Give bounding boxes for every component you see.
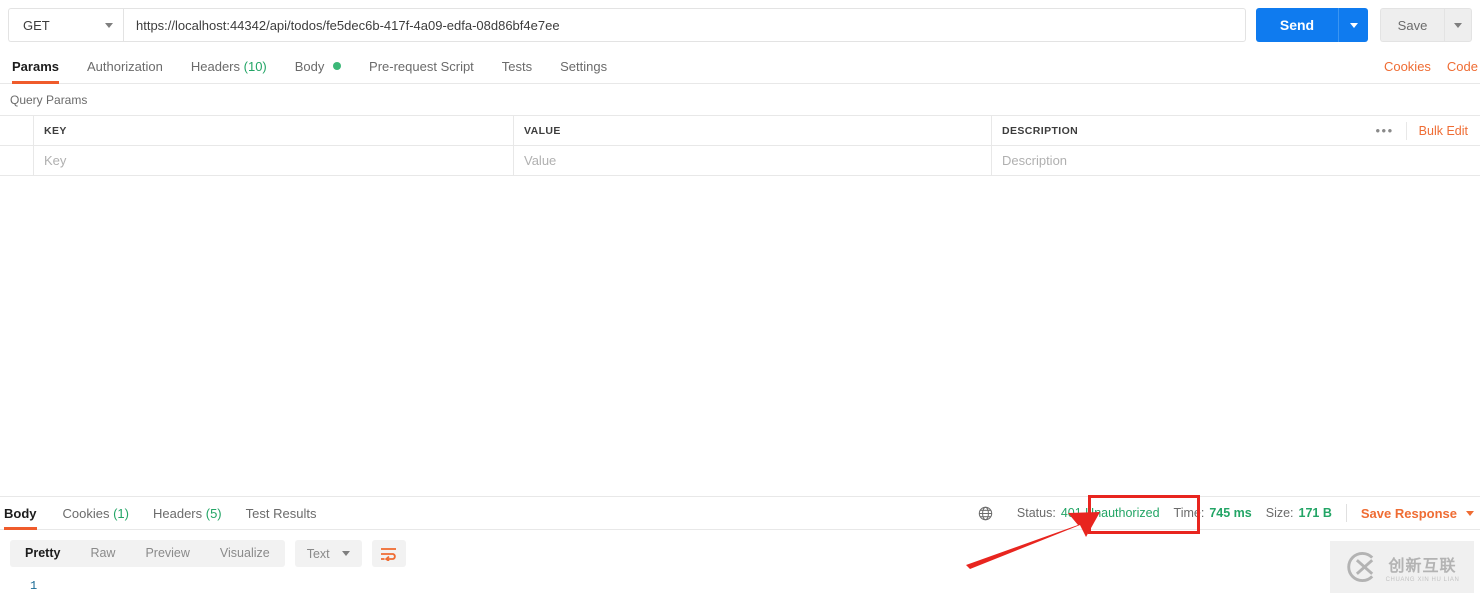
response-tabs-bar: Body Cookies (1) Headers (5) Test Result… — [0, 496, 1480, 530]
wrap-lines-button[interactable] — [371, 540, 406, 567]
column-key: KEY — [34, 116, 514, 145]
save-button-group: Save — [1380, 8, 1472, 42]
view-pretty[interactable]: Pretty — [10, 540, 75, 567]
chevron-down-icon — [105, 22, 113, 28]
response-format-toolbar: Pretty Raw Preview Visualize Text — [10, 540, 406, 567]
view-preview[interactable]: Preview — [130, 540, 204, 567]
description-placeholder: Description — [1002, 153, 1068, 168]
query-params-title: Query Params — [10, 93, 88, 107]
tab-label: Headers — [152, 506, 203, 521]
tab-authorization[interactable]: Authorization — [73, 60, 177, 83]
wrap-lines-icon — [381, 547, 397, 561]
column-key-label: KEY — [44, 124, 67, 137]
response-line-number: 1 — [30, 579, 38, 593]
watermark-chinese: 创新互联 — [1388, 555, 1457, 575]
row-key-cell[interactable]: Key — [34, 146, 514, 175]
tab-label: Cookies — [62, 506, 110, 521]
bulk-edit-button[interactable]: Bulk Edit — [1407, 124, 1472, 138]
tab-label: Tests — [501, 59, 533, 74]
response-tab-test-results[interactable]: Test Results — [234, 507, 329, 529]
response-view-switch: Pretty Raw Preview Visualize — [10, 540, 285, 567]
content-type-label: Text — [306, 546, 330, 561]
request-url-bar: GET Send Save — [0, 0, 1480, 50]
tab-pre-request-script[interactable]: Pre-request Script — [355, 60, 488, 83]
request-tabs-links: Cookies Code — [1384, 59, 1480, 74]
request-tabs: Params Authorization Headers (10) Body P… — [0, 50, 1480, 84]
status-badge: 401 Unauthorized — [1060, 506, 1160, 520]
value-placeholder: Value — [524, 153, 557, 168]
table-row: Key Value Description — [0, 146, 1480, 176]
size-value: 171 B — [1298, 506, 1332, 520]
time-value: 745 ms — [1209, 506, 1252, 520]
tab-label: Pre-request Script — [369, 59, 474, 74]
column-description: DESCRIPTION ••• Bulk Edit — [992, 116, 1480, 145]
response-tab-body[interactable]: Body — [2, 506, 51, 530]
response-tab-cookies[interactable]: Cookies (1) — [51, 507, 141, 529]
tab-label: Body — [4, 506, 37, 521]
save-options-button[interactable] — [1444, 8, 1472, 42]
tab-tests[interactable]: Tests — [488, 60, 546, 83]
tab-count: (5) — [205, 506, 222, 521]
tab-label: Test Results — [245, 506, 317, 521]
table-actions: ••• Bulk Edit — [1364, 116, 1473, 145]
status-label: Status: — [1016, 506, 1056, 520]
column-value-label: VALUE — [524, 124, 561, 137]
cx-logo-icon — [1346, 551, 1373, 583]
watermark-text: 创新互联 CHUANG XIN HU LIAN — [1386, 552, 1460, 583]
postman-window: GET Send Save Params Authorization Heade… — [0, 0, 1480, 597]
tab-label: Body — [294, 59, 325, 74]
tab-headers[interactable]: Headers (10) — [177, 60, 281, 83]
globe-icon[interactable] — [978, 506, 993, 521]
save-response-button[interactable]: Save Response — [1347, 506, 1457, 521]
tab-settings[interactable]: Settings — [546, 60, 621, 83]
tab-label: Authorization — [86, 59, 163, 74]
size-label: Size: — [1265, 506, 1294, 520]
http-method-select[interactable]: GET — [8, 8, 123, 42]
watermark-pinyin: CHUANG XIN HU LIAN — [1385, 576, 1460, 583]
tab-body[interactable]: Body — [281, 60, 355, 83]
select-all-cell — [0, 116, 34, 145]
code-link[interactable]: Code — [1447, 59, 1478, 74]
ellipsis-icon[interactable]: ••• — [1364, 124, 1406, 137]
time-label: Time: — [1173, 506, 1205, 520]
tab-count: (1) — [113, 506, 129, 521]
send-button-group: Send — [1256, 8, 1368, 42]
view-raw[interactable]: Raw — [75, 540, 130, 567]
send-options-button[interactable] — [1338, 8, 1368, 42]
save-button[interactable]: Save — [1380, 8, 1444, 42]
tab-label: Headers — [190, 59, 241, 74]
row-value-cell[interactable]: Value — [514, 146, 992, 175]
key-placeholder: Key — [44, 153, 67, 168]
http-method-label: GET — [23, 17, 50, 33]
send-button[interactable]: Send — [1256, 8, 1338, 42]
query-params-table: KEY VALUE DESCRIPTION ••• Bulk Edit Key … — [0, 115, 1480, 176]
body-present-dot-icon — [333, 62, 342, 70]
watermark: 创新互联 CHUANG XIN HU LIAN — [1330, 541, 1474, 593]
chevron-down-icon — [1349, 22, 1358, 28]
column-description-label: DESCRIPTION — [1002, 124, 1079, 137]
content-type-select[interactable]: Text — [294, 540, 362, 567]
chevron-down-icon — [341, 551, 350, 556]
row-description-cell[interactable]: Description — [992, 146, 1480, 175]
response-tab-headers[interactable]: Headers (5) — [141, 507, 234, 529]
row-checkbox-cell[interactable] — [0, 146, 34, 175]
chevron-down-icon[interactable] — [1466, 510, 1474, 516]
request-url-input[interactable] — [123, 8, 1246, 42]
tab-count: (10) — [243, 59, 267, 74]
table-header-row: KEY VALUE DESCRIPTION ••• Bulk Edit — [0, 116, 1480, 146]
tab-label: Settings — [560, 59, 608, 74]
chevron-down-icon — [1454, 22, 1462, 28]
cookies-link[interactable]: Cookies — [1384, 59, 1431, 74]
view-visualize[interactable]: Visualize — [205, 540, 285, 567]
tab-params[interactable]: Params — [10, 59, 73, 84]
tab-label: Params — [12, 59, 59, 74]
response-meta: Status: 401 Unauthorized Time: 745 ms Si… — [978, 504, 1474, 522]
column-value: VALUE — [514, 116, 992, 145]
